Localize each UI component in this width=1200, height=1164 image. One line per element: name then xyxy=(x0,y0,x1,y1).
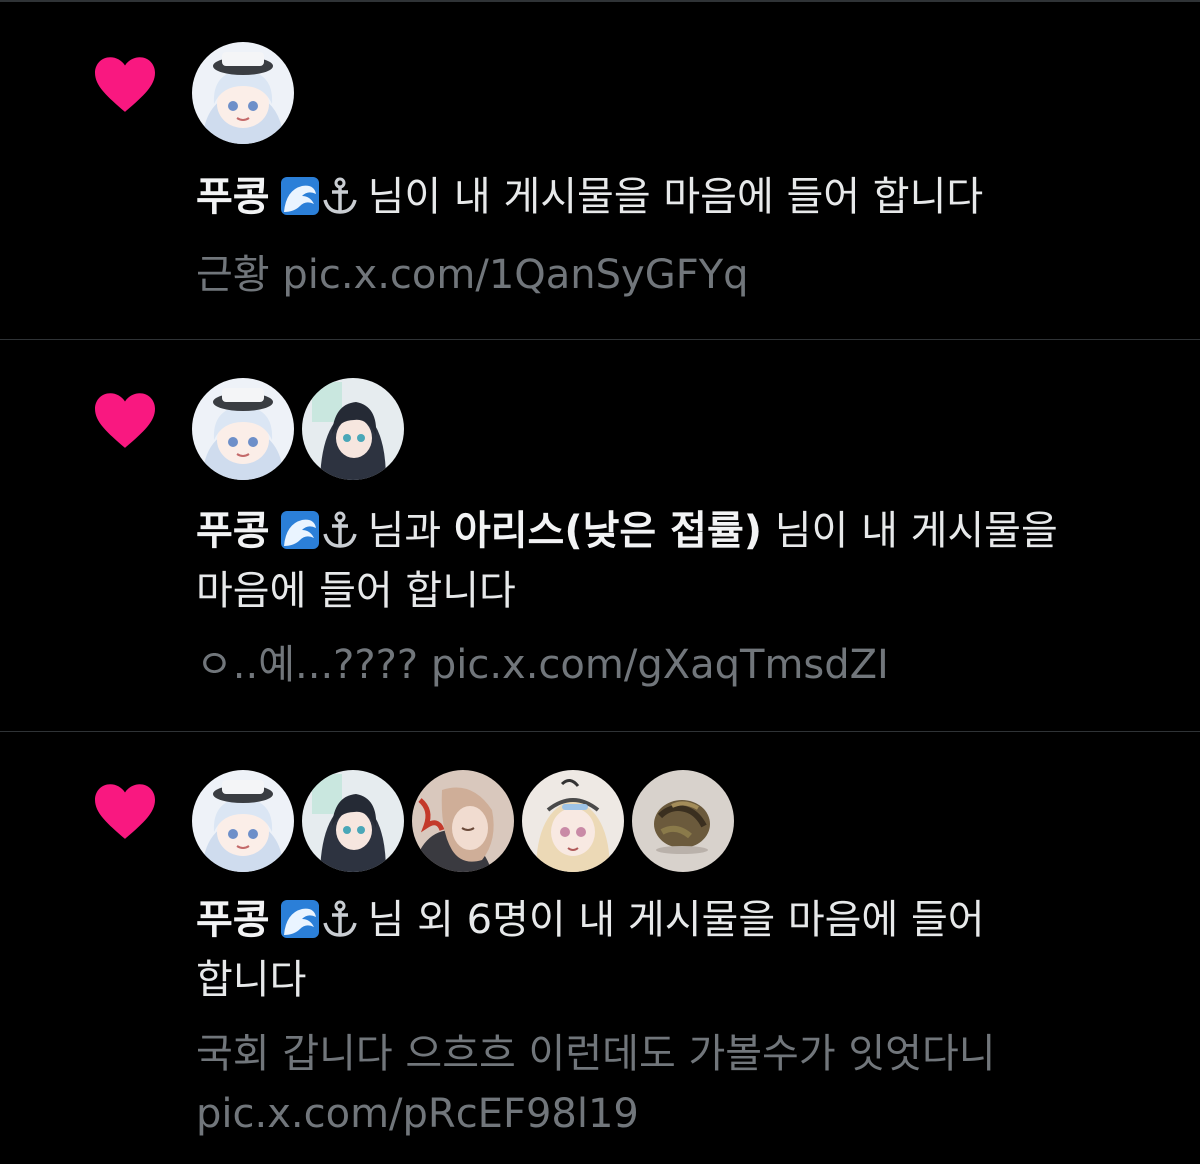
avatar-user-4[interactable] xyxy=(522,770,624,872)
water-wave-icon xyxy=(280,177,319,215)
water-wave-icon xyxy=(280,511,319,549)
headline-connector: 님 외 6명이 내 게시물을 마음에 들어 xyxy=(367,897,985,943)
notification-headline: 푸콩 님 외 6명이 내 게시물을 마음에 들어합니다 xyxy=(196,890,1156,1010)
post-preview[interactable]: 근황 pic.x.com/1QanSyGFYq xyxy=(196,245,1156,305)
avatar-alice[interactable] xyxy=(302,770,404,872)
avatar-alice[interactable] xyxy=(302,378,404,480)
heart-icon xyxy=(95,784,155,839)
avatar-row xyxy=(192,378,404,480)
avatar-pukong[interactable] xyxy=(192,378,294,480)
avatar-pukong[interactable] xyxy=(192,770,294,872)
notification-item[interactable]: 푸콩 님 외 6명이 내 게시물을 마음에 들어합니다 국회 갑니다 으흐흐 이런… xyxy=(0,732,1200,1164)
post-preview[interactable]: ㅇ..예...???? pic.x.com/gXaqTmsdZI xyxy=(196,635,1156,695)
headline-connector: 님이 내 게시물을 마음에 들어 합니다 xyxy=(367,174,984,220)
preview-link[interactable]: pic.x.com/gXaqTmsdZI xyxy=(431,642,889,688)
preview-text: 국회 갑니다 으흐흐 이런데도 가볼수가 잇엇다니 xyxy=(196,1031,996,1077)
heart-icon xyxy=(95,57,155,112)
avatar-user-3[interactable] xyxy=(412,770,514,872)
notification-item[interactable]: 푸콩 님이 내 게시물을 마음에 들어 합니다 근황 pic.x.com/1Qan… xyxy=(0,2,1200,340)
headline-connector-and: 님과 xyxy=(367,508,442,554)
preview-text: ㅇ..예...???? xyxy=(196,642,419,688)
water-wave-icon xyxy=(280,900,319,938)
headline-connector: 님이 내 게시물을 xyxy=(774,508,1058,554)
avatar-pukong[interactable] xyxy=(192,42,294,144)
preview-link[interactable]: pic.x.com/pRcEF98l19 xyxy=(196,1091,639,1137)
headline-connector-line2: 마음에 들어 합니다 xyxy=(196,568,516,614)
notification-headline: 푸콩 님이 내 게시물을 마음에 들어 합니다 xyxy=(196,167,1156,227)
preview-link[interactable]: pic.x.com/1QanSyGFYq xyxy=(282,252,748,298)
actor-name[interactable]: 푸콩 xyxy=(196,508,270,554)
avatar-row xyxy=(192,770,734,872)
heart-icon xyxy=(95,393,155,448)
post-preview[interactable]: 국회 갑니다 으흐흐 이런데도 가볼수가 잇엇다니 pic.x.com/pRcE… xyxy=(196,1024,1156,1144)
headline-connector-line2: 합니다 xyxy=(196,957,307,1003)
second-actor-name[interactable]: 아리스(낮은 접률) xyxy=(454,508,762,554)
notification-item[interactable]: 푸콩 님과 아리스(낮은 접률) 님이 내 게시물을마음에 들어 합니다 ㅇ..예… xyxy=(0,340,1200,732)
anchor-icon xyxy=(322,177,357,214)
avatar-row xyxy=(192,42,294,144)
notification-headline: 푸콩 님과 아리스(낮은 접률) 님이 내 게시물을마음에 들어 합니다 xyxy=(196,501,1156,621)
actor-name[interactable]: 푸콩 xyxy=(196,174,270,220)
avatar-user-5[interactable] xyxy=(632,770,734,872)
anchor-icon xyxy=(322,511,357,548)
preview-text: 근황 xyxy=(196,252,270,298)
anchor-icon xyxy=(322,900,357,937)
actor-name[interactable]: 푸콩 xyxy=(196,897,270,943)
